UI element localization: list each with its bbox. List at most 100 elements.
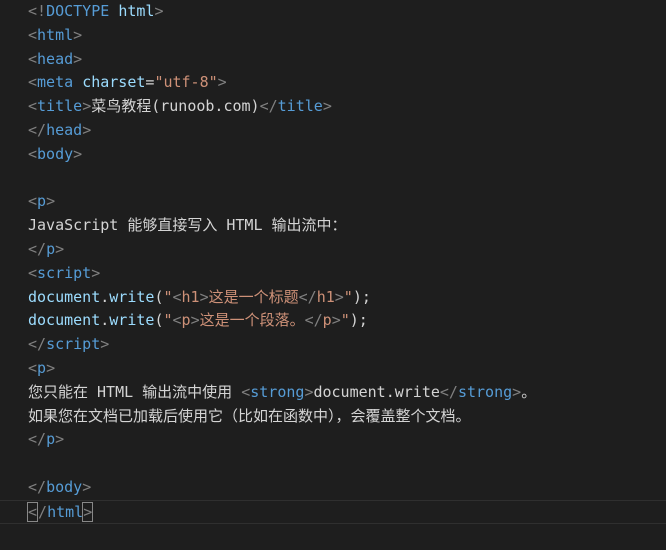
code-token: > <box>217 73 227 92</box>
code-token: title <box>37 97 83 116</box>
code-line[interactable]: <p> <box>28 190 666 214</box>
code-token: < <box>26 501 39 522</box>
code-token: > <box>199 287 209 306</box>
code-token: " <box>343 287 353 306</box>
code-line[interactable]: JavaScript 能够直接写入 HTML 输出流中： <box>28 214 666 238</box>
code-line[interactable]: 您只能在 HTML 输出流中使用 <strong>document.write<… <box>28 381 666 405</box>
code-token: > <box>82 120 92 139</box>
code-token: </ <box>28 477 47 496</box>
code-token: </ <box>259 97 278 116</box>
code-token: > <box>190 311 200 330</box>
code-token: html <box>118 2 155 20</box>
code-token: DOCTYPE <box>46 2 110 20</box>
code-token: 如果您在文档已加载后使用它（比如在函数中），会覆盖整个文档。 <box>28 406 471 425</box>
code-line[interactable]: </p> <box>28 428 666 452</box>
code-token: > <box>322 97 332 116</box>
code-token: html <box>37 25 74 44</box>
code-line[interactable]: </body> <box>28 476 666 500</box>
code-token: head <box>37 49 74 68</box>
code-line[interactable]: <!DOCTYPE html> <box>28 0 666 24</box>
code-token: > <box>73 49 83 68</box>
code-token: . <box>100 311 110 330</box>
code-token: > <box>91 263 101 282</box>
code-token: ); <box>352 287 371 306</box>
code-line[interactable]: <head> <box>28 48 666 72</box>
code-token: > <box>82 501 94 522</box>
code-token: "utf-8" <box>154 73 218 92</box>
code-token: write <box>109 287 155 306</box>
code-line[interactable]: 如果您在文档已加载后使用它（比如在函数中），会覆盖整个文档。 <box>28 405 666 429</box>
code-token: </ <box>28 239 47 258</box>
code-token: < <box>28 358 38 377</box>
code-token: strong <box>250 382 305 401</box>
code-token: head <box>46 120 83 139</box>
code-token: > <box>73 144 83 163</box>
code-token: > <box>55 430 65 449</box>
code-token: 。 <box>521 382 537 401</box>
code-token: > <box>100 335 110 354</box>
code-token: strong <box>457 382 513 401</box>
code-line[interactable]: </head> <box>28 119 666 143</box>
code-token: / <box>38 502 48 521</box>
code-token: " <box>163 311 173 330</box>
code-line[interactable]: <p> <box>28 357 666 381</box>
code-token: > <box>82 477 92 496</box>
code-token: document <box>28 311 101 330</box>
code-token: meta <box>37 73 74 92</box>
code-line[interactable]: <title>菜鸟教程(runoob.com)</title> <box>28 95 666 119</box>
code-line[interactable]: <body> <box>28 143 666 167</box>
code-token: 这是一个标题 <box>208 287 299 306</box>
code-token: </ <box>28 430 47 449</box>
code-line[interactable]: document.write("<h1>这是一个标题</h1>"); <box>28 286 666 310</box>
code-line[interactable] <box>28 167 666 191</box>
code-token: > <box>73 25 83 44</box>
code-token: p <box>322 311 332 330</box>
code-token: </ <box>304 311 323 330</box>
code-line[interactable]: </script> <box>28 333 666 357</box>
code-token: < <box>28 192 38 211</box>
code-line[interactable]: </html> <box>0 499 666 524</box>
code-token: < <box>172 311 182 330</box>
code-token: 菜鸟教程(runoob.com) <box>91 97 260 116</box>
code-token: . <box>100 287 110 306</box>
code-token: body <box>37 144 74 163</box>
code-token: > <box>55 239 65 258</box>
code-token: script <box>37 263 92 282</box>
code-token: </ <box>28 335 47 354</box>
code-token: </ <box>298 287 317 306</box>
code-line[interactable]: </p> <box>28 238 666 262</box>
code-line[interactable]: <meta charset="utf-8"> <box>28 71 666 95</box>
code-token: p <box>37 358 47 377</box>
code-area[interactable]: <!DOCTYPE html> <html> <head> <meta charset… <box>0 0 666 524</box>
code-token: </ <box>439 382 458 401</box>
code-line[interactable] <box>28 452 666 476</box>
code-token: 这是一个段落。 <box>199 311 305 330</box>
code-token: < <box>28 73 38 92</box>
code-token: > <box>331 311 341 330</box>
code-editor[interactable]: <!DOCTYPE html> <html> <head> <meta charset… <box>0 0 666 550</box>
code-token: p <box>181 311 191 330</box>
code-token: " <box>163 287 173 306</box>
code-token: < <box>172 287 182 306</box>
code-token: " <box>340 311 350 330</box>
code-line[interactable]: <script> <box>28 262 666 286</box>
code-token: > <box>334 287 344 306</box>
code-token: > <box>154 2 164 20</box>
code-token: p <box>46 430 56 449</box>
code-token: body <box>46 477 83 496</box>
code-token: 您只能在 HTML 输出流中使用 <box>28 382 242 401</box>
code-token: <! <box>28 2 47 20</box>
code-token: charset <box>82 73 146 92</box>
code-token: </ <box>28 120 47 139</box>
code-token: < <box>28 49 38 68</box>
code-token: p <box>46 239 56 258</box>
code-token: write <box>109 311 155 330</box>
code-token: < <box>28 144 38 163</box>
code-token: ); <box>349 311 368 330</box>
code-line[interactable]: document.write("<p>这是一个段落。</p>"); <box>28 309 666 333</box>
code-token: < <box>28 263 38 282</box>
code-line[interactable]: <html> <box>28 24 666 48</box>
code-token: > <box>46 358 56 377</box>
